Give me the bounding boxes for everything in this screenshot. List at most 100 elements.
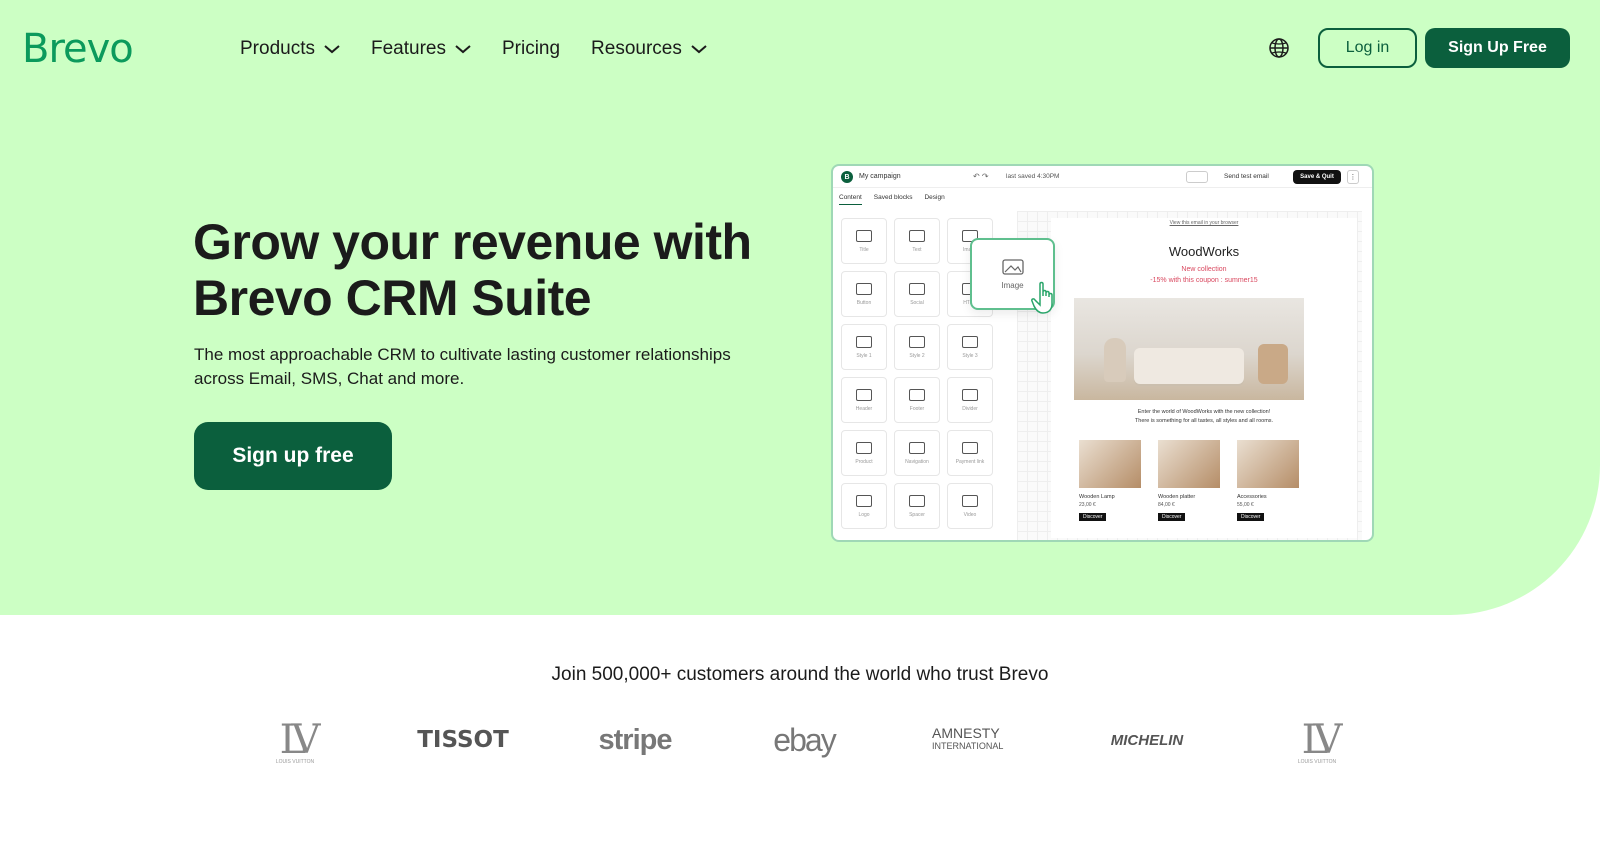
product-price: 23,00 € — [1079, 502, 1096, 508]
block-spacer: Spacer — [894, 483, 940, 529]
hero-signup-button[interactable]: Sign up free — [194, 422, 392, 490]
block-social: Social — [894, 271, 940, 317]
footer-icon — [909, 388, 925, 401]
chevron-down-icon — [324, 45, 340, 54]
title-icon — [856, 229, 872, 242]
block-product: Product — [841, 430, 887, 476]
tissot-logo: TISSOT — [417, 727, 509, 753]
view-in-browser-link: View this email in your browser — [1169, 220, 1239, 226]
block-style-3: Style 3 — [947, 324, 993, 370]
block-button: Button — [841, 271, 887, 317]
style-icon — [962, 335, 978, 348]
email-preview: View this email in your browser WoodWork… — [1051, 218, 1357, 538]
editor-tab-saved-blocks: Saved blocks — [873, 194, 913, 201]
email-description-line-1: Enter the world of WoodWorks with the ne… — [1137, 409, 1271, 415]
product-icon — [856, 441, 872, 454]
nav-pricing[interactable]: Pricing — [502, 38, 560, 60]
signup-free-button[interactable]: Sign Up Free — [1425, 28, 1570, 68]
more-options-icon: ⋮ — [1347, 170, 1359, 184]
editor-tab-design: Design — [924, 194, 945, 201]
vase-shape — [1104, 338, 1126, 382]
hand-cursor-icon — [1031, 281, 1053, 314]
email-product: Accessories 55,00 € Discover — [1237, 440, 1299, 521]
navigation-icon — [909, 441, 925, 454]
product-image — [1079, 440, 1141, 488]
main-nav: Products Features Pricing Resources — [240, 38, 707, 60]
editor-tab-content: Content — [839, 194, 862, 205]
email-product: Wooden platter 84,00 € Discover — [1158, 440, 1220, 521]
send-test-email: Send test email — [1224, 173, 1269, 180]
login-button[interactable]: Log in — [1318, 28, 1417, 68]
nav-features-label: Features — [370, 38, 446, 59]
nav-pricing-label: Pricing — [501, 38, 561, 59]
hero-subtext: The most approachable CRM to cultivate l… — [194, 345, 731, 388]
style-icon — [909, 335, 925, 348]
nav-features[interactable]: Features — [371, 38, 471, 60]
nav-products[interactable]: Products — [240, 38, 340, 60]
email-promo-line-2: -15% with this coupon : summer15 — [1150, 277, 1258, 284]
brevo-logo[interactable]: Brevo — [22, 26, 134, 72]
block-style-1: Style 1 — [841, 324, 887, 370]
block-text: Text — [894, 218, 940, 264]
block-title: Title — [841, 218, 887, 264]
editor-toolbar: B My campaign ↶ ↷ last saved 4:30PM Send… — [833, 166, 1372, 188]
nav-resources[interactable]: Resources — [591, 38, 707, 60]
save-quit-button: Save & Quit — [1293, 170, 1341, 184]
editor-campaign-title: My campaign — [859, 173, 901, 180]
product-name: Wooden platter — [1158, 494, 1196, 500]
block-header: Header — [841, 377, 887, 423]
dragged-block-label: Image — [1001, 280, 1024, 290]
product-image — [1158, 440, 1220, 488]
email-editor-preview: B My campaign ↶ ↷ last saved 4:30PM Send… — [831, 164, 1374, 542]
text-icon — [909, 229, 925, 242]
ebay-logo: ebay — [773, 721, 836, 758]
video-icon — [962, 494, 978, 507]
discover-button: Discover — [1158, 513, 1186, 521]
amnesty-international-logo: AMNESTY INTERNATIONAL — [932, 725, 1004, 751]
globe-icon[interactable] — [1268, 37, 1290, 59]
block-navigation: Navigation — [894, 430, 940, 476]
stripe-logo: stripe — [598, 723, 673, 756]
sofa-shape — [1134, 348, 1244, 384]
louis-vuitton-logo: LV LOUIS VUITTON — [275, 717, 320, 765]
editor-brand-badge: B — [841, 171, 853, 183]
style-icon — [856, 335, 872, 348]
nav-products-label: Products — [240, 38, 315, 59]
block-video: Video — [947, 483, 993, 529]
email-hero-image — [1074, 298, 1304, 400]
block-logo: Logo — [841, 483, 887, 529]
email-promo-line-1: New collection — [1181, 266, 1227, 273]
nav-resources-label: Resources — [591, 38, 682, 59]
editor-last-saved: last saved 4:30PM — [1006, 173, 1060, 180]
product-name: Wooden Lamp — [1079, 494, 1115, 500]
social-icon — [909, 282, 925, 295]
chevron-down-icon — [455, 45, 471, 54]
image-icon — [1001, 258, 1024, 275]
divider-icon — [962, 388, 978, 401]
editor-tabs: Content Saved blocks Design — [839, 194, 945, 205]
undo-redo-icon: ↶ ↷ — [973, 172, 989, 181]
email-description-line-2: There is something for all tastes, all s… — [1134, 418, 1274, 424]
email-products: Wooden Lamp 23,00 € Discover Wooden plat… — [1079, 440, 1299, 521]
header-icon — [856, 388, 872, 401]
product-name: Accessories — [1237, 494, 1267, 500]
button-icon — [856, 282, 872, 295]
block-payment-link: Payment link — [947, 430, 993, 476]
block-footer: Footer — [894, 377, 940, 423]
payment-link-icon — [962, 441, 978, 454]
discover-button: Discover — [1237, 513, 1265, 521]
logo-icon — [856, 494, 872, 507]
block-divider: Divider — [947, 377, 993, 423]
email-product: Wooden Lamp 23,00 € Discover — [1079, 440, 1141, 521]
trust-heading: Join 500,000+ customers around the world… — [551, 664, 1049, 685]
email-brand-name: WoodWorks — [1168, 244, 1240, 259]
customer-logos: LV LOUIS VUITTON TISSOT stripe ebay AMNE… — [0, 710, 1600, 770]
product-image — [1237, 440, 1299, 488]
spacer-icon — [909, 494, 925, 507]
hero-headline: Grow your revenue with Brevo CRM Suite — [193, 214, 752, 326]
email-promo: New collection -15% with this coupon : s… — [1051, 264, 1357, 286]
chevron-down-icon — [691, 45, 707, 54]
product-price: 84,00 € — [1158, 502, 1175, 508]
block-style-2: Style 2 — [894, 324, 940, 370]
product-price: 55,00 € — [1237, 502, 1254, 508]
